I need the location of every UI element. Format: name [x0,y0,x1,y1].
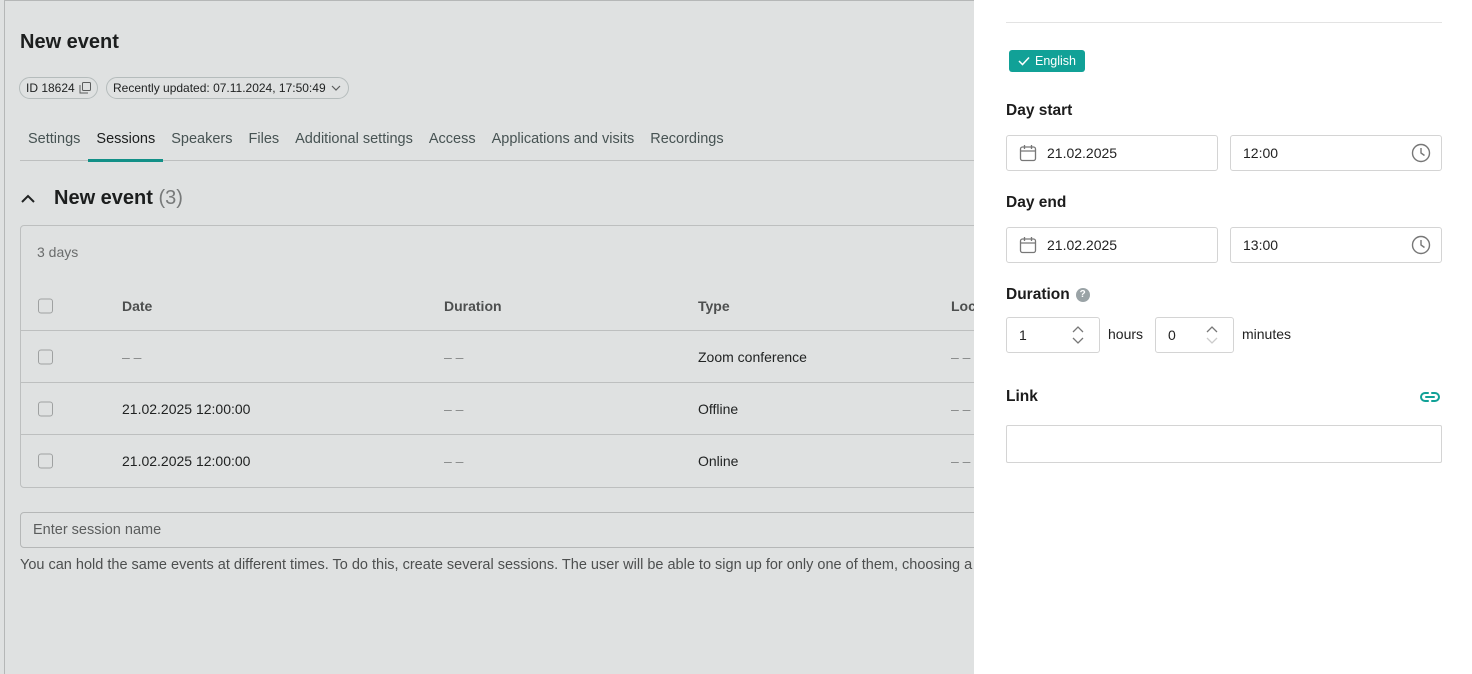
header-location[interactable]: Loca [951,298,974,314]
row-date: 21.02.2025 12:00:00 [122,400,251,417]
day-end-time-value: 13:00 [1243,237,1279,253]
hours-unit: hours [1108,326,1144,342]
duration-label-row: Duration ? [1006,286,1090,304]
day-end-label: Day end [1006,194,1067,211]
sessions-hint: You can hold the same events at differen… [20,557,974,573]
table-header: Date Duration Type Loca [21,282,974,331]
header-date[interactable]: Date [122,298,152,314]
link-input[interactable] [1006,425,1442,463]
tab-bar: Settings Sessions Speakers Files Additio… [20,121,974,162]
days-summary: 3 days [37,244,79,260]
language-badge-label: English [1035,54,1076,68]
event-page-content: New event ID 18624 Recently updated: 07.… [4,0,974,674]
section-count: (3) [158,187,183,209]
row-checkbox[interactable] [38,349,53,364]
sessions-table: 3 days Date Duration Type Loca – – – – Z… [20,225,974,488]
row-duration: – – [444,400,464,417]
tab-settings[interactable]: Settings [20,121,88,160]
tab-applications-and-visits[interactable]: Applications and visits [484,121,643,160]
copy-icon[interactable] [79,82,91,94]
row-date: – – [122,348,142,365]
tab-speakers[interactable]: Speakers [163,121,240,160]
row-location: – – [951,348,971,365]
minutes-unit: minutes [1242,326,1292,342]
event-page: New event ID 18624 Recently updated: 07.… [0,0,974,674]
row-checkbox[interactable] [38,453,53,469]
day-end-time-field[interactable]: 13:00 [1230,227,1442,263]
clock-icon [1411,143,1431,163]
calendar-icon [1019,237,1037,254]
section-title-text: New event [54,187,153,209]
day-start-date-field[interactable]: 21.02.2025 [1006,135,1218,171]
section-header: New event (3) [20,187,183,210]
row-duration: – – [444,348,464,365]
hours-value: 1 [1019,327,1027,343]
tab-sessions[interactable]: Sessions [88,121,164,162]
duration-label: Duration [1006,286,1070,303]
check-icon [1018,56,1030,66]
tab-recordings[interactable]: Recordings [642,121,731,160]
session-panel: English Day start 21.02.2025 12:00 Day e… [974,0,1472,674]
chevron-down-icon [331,85,341,91]
day-start-date-value: 21.02.2025 [1047,145,1118,161]
clock-icon [1411,235,1431,255]
day-end-date-field[interactable]: 21.02.2025 [1006,227,1218,263]
table-row[interactable]: 21.02.2025 12:00:00 – – Offline – – [21,383,974,435]
day-start-time-value: 12:00 [1243,145,1279,161]
page-title: New event [20,31,119,53]
session-name-input[interactable]: Enter session name [20,512,974,548]
row-type: Offline [698,400,739,417]
duration-minutes-stepper[interactable]: 0 [1155,317,1234,353]
row-checkbox[interactable] [38,401,53,416]
day-start-time-field[interactable]: 12:00 [1230,135,1442,171]
id-chip-label: ID 18624 [26,81,75,95]
row-location: – – [951,453,971,469]
row-type: Zoom conference [698,348,807,365]
minutes-value: 0 [1168,327,1176,343]
link-icon[interactable] [1419,387,1441,407]
select-all-checkbox[interactable] [38,298,53,314]
table-row[interactable]: 21.02.2025 12:00:00 – – Online – – [21,435,974,487]
row-date: 21.02.2025 12:00:00 [122,453,251,469]
updated-chip[interactable]: Recently updated: 07.11.2024, 17:50:49 [106,77,349,99]
row-type: Online [698,453,739,469]
updated-chip-label: Recently updated: 07.11.2024, 17:50:49 [113,81,326,95]
tab-access[interactable]: Access [421,121,484,160]
calendar-icon [1019,145,1037,162]
help-icon[interactable]: ? [1075,288,1090,302]
language-badge[interactable]: English [1009,50,1085,72]
stepper-arrows-icon[interactable] [1071,324,1085,346]
panel-divider [1006,22,1442,23]
row-location: – – [951,400,971,417]
header-type[interactable]: Type [698,298,730,314]
row-duration: – – [444,453,464,469]
section-title: New event (3) [54,187,183,210]
tab-additional-settings[interactable]: Additional settings [287,121,421,160]
table-row[interactable]: – – – – Zoom conference – – [21,331,974,383]
chevron-up-icon[interactable] [20,194,36,204]
day-end-date-value: 21.02.2025 [1047,237,1118,253]
id-chip[interactable]: ID 18624 [19,77,98,99]
day-start-label: Day start [1006,102,1073,119]
duration-hours-stepper[interactable]: 1 [1006,317,1100,353]
header-duration[interactable]: Duration [444,298,502,314]
stepper-arrows-icon[interactable] [1205,324,1219,346]
link-label: Link [1006,388,1038,405]
tab-files[interactable]: Files [241,121,288,160]
